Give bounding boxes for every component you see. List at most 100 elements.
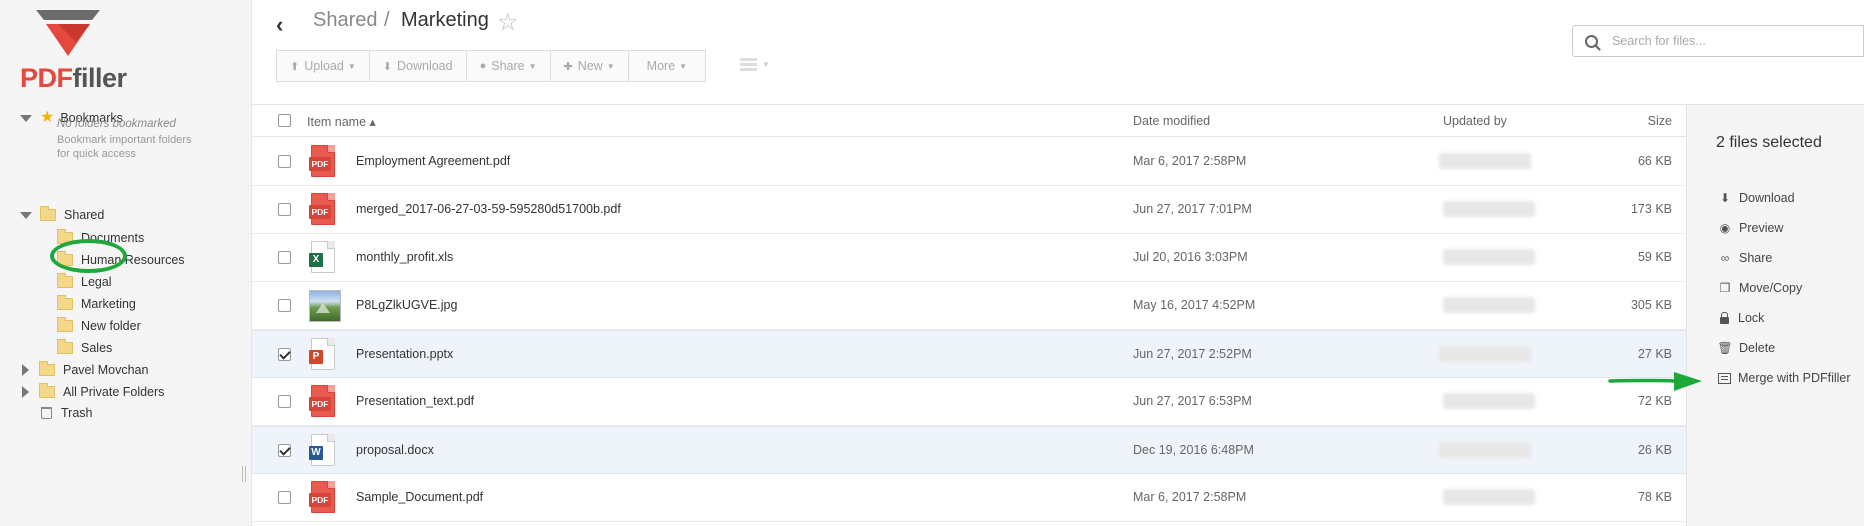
pdf-file-icon: PDF: [309, 145, 337, 179]
action-download[interactable]: ⬇ Download: [1717, 191, 1795, 205]
sidebar-resize-handle[interactable]: [242, 466, 246, 482]
row-checkbox[interactable]: [278, 395, 291, 408]
row-checkbox[interactable]: [278, 444, 291, 457]
row-checkbox[interactable]: [278, 155, 291, 168]
action-delete[interactable]: 🗑 Delete: [1717, 341, 1775, 355]
table-row[interactable]: X monthly_profit.xls Jul 20, 2016 3:03PM…: [252, 234, 1686, 282]
table-row[interactable]: W proposal.docx Dec 19, 2016 6:48PM 26 K…: [252, 426, 1686, 474]
file-name[interactable]: proposal.docx: [356, 443, 434, 457]
plus-icon: ✚: [563, 60, 573, 73]
dropdown-caret-icon: ▼: [679, 61, 688, 71]
user-icon: ●: [479, 60, 487, 72]
action-preview[interactable]: ◉ Preview: [1717, 221, 1784, 235]
file-name[interactable]: Sample_Document.pdf: [356, 490, 483, 504]
more-button[interactable]: More ▼: [627, 50, 707, 82]
trash-icon: [41, 407, 52, 419]
folder-icon: [57, 317, 73, 332]
file-name[interactable]: P8LgZlkUGVE.jpg: [356, 298, 457, 312]
pdffiller-logo[interactable]: PDFfiller: [20, 10, 130, 92]
back-chevron-icon[interactable]: ‹: [276, 12, 283, 38]
tree-item-shared[interactable]: Shared: [20, 205, 104, 225]
file-date: Jul 20, 2016 3:03PM: [1133, 250, 1248, 264]
upload-button[interactable]: ⬆ Upload ▼: [276, 50, 370, 82]
logo-mark-icon: [36, 10, 100, 56]
caret-down-icon[interactable]: [20, 114, 32, 122]
breadcrumb-shared[interactable]: Shared: [313, 9, 378, 32]
tree-item-pavel-movchan[interactable]: Pavel Movchan: [20, 360, 148, 380]
action-merge-with-pdffiller[interactable]: Merge with PDFfiller: [1717, 371, 1851, 385]
row-checkbox[interactable]: [278, 348, 291, 361]
tree-item-new-folder[interactable]: New folder: [57, 316, 141, 336]
tree-label: Marketing: [81, 297, 136, 311]
table-row[interactable]: PDF Employment Agreement.pdf Mar 6, 2017…: [252, 138, 1686, 186]
search-box[interactable]: [1572, 25, 1864, 57]
dropdown-caret-icon: ▼: [606, 61, 615, 71]
action-share[interactable]: ∞ Share: [1717, 251, 1773, 265]
tree-label: All Private Folders: [63, 385, 165, 399]
caret-down-icon[interactable]: [20, 211, 32, 219]
star-icon: ★: [40, 109, 55, 126]
file-size: 173 KB: [1630, 202, 1672, 216]
view-mode-toggle[interactable]: ▼: [740, 58, 770, 71]
tree-label: Sales: [81, 341, 113, 355]
row-checkbox[interactable]: [278, 491, 291, 504]
updated-by-redacted: [1439, 153, 1531, 169]
row-checkbox[interactable]: [278, 203, 291, 216]
col-header-updated-by[interactable]: Updated by: [1443, 114, 1507, 128]
updated-by-redacted: [1443, 297, 1535, 313]
col-header-size[interactable]: Size: [1648, 114, 1672, 128]
download-icon: ⬇: [382, 60, 392, 73]
file-name[interactable]: monthly_profit.xls: [356, 250, 453, 264]
download-button[interactable]: ⬇ Download: [368, 50, 467, 82]
highlight-ellipse: [50, 239, 127, 273]
row-checkbox[interactable]: [278, 299, 291, 312]
table-row[interactable]: P8LgZlkUGVE.jpg May 16, 2017 4:52PM 305 …: [252, 282, 1686, 330]
select-all-checkbox[interactable]: [278, 114, 291, 127]
col-header-name[interactable]: Item name ▴: [307, 114, 376, 129]
file-name[interactable]: merged_2017-06-27-03-59-595280d51700b.pd…: [356, 202, 621, 216]
share-button[interactable]: ● Share ▼: [465, 50, 551, 82]
tree-item-all-private-folders[interactable]: All Private Folders: [20, 382, 164, 402]
updated-by-redacted: [1443, 201, 1535, 217]
file-name[interactable]: Presentation.pptx: [356, 347, 453, 361]
file-date: Dec 19, 2016 6:48PM: [1133, 443, 1254, 457]
tree-item-marketing[interactable]: Marketing: [57, 294, 136, 314]
file-name[interactable]: Presentation_text.pdf: [356, 394, 474, 408]
col-header-date[interactable]: Date modified: [1133, 114, 1210, 128]
caret-right-icon[interactable]: [22, 386, 29, 398]
file-size: 305 KB: [1630, 298, 1672, 312]
favorite-star-icon[interactable]: ☆: [497, 8, 519, 37]
tree-item-sales[interactable]: Sales: [57, 338, 112, 358]
tree-item-trash[interactable]: Trash: [39, 403, 93, 423]
folder-icon: [40, 206, 56, 221]
breadcrumb-current: Marketing: [401, 9, 489, 31]
action-lock[interactable]: Lock: [1717, 311, 1764, 325]
selected-count: 2 files selected: [1716, 134, 1822, 151]
row-checkbox[interactable]: [278, 251, 291, 264]
table-row[interactable]: P Presentation.pptx Jun 27, 2017 2:52PM …: [252, 330, 1686, 378]
file-size: 59 KB: [1637, 250, 1672, 264]
bookmarks-empty-title: No folders bookmarked: [57, 118, 176, 130]
file-date: Jun 27, 2017 2:52PM: [1133, 347, 1252, 361]
word-file-icon: W: [309, 434, 337, 468]
table-row[interactable]: PDF Sample_Document.pdf Mar 6, 2017 2:58…: [252, 474, 1686, 522]
trash-icon: 🗑: [1717, 341, 1733, 355]
tree-label: Pavel Movchan: [63, 363, 149, 377]
tree-item-legal[interactable]: Legal: [57, 272, 112, 292]
breadcrumb-separator: /: [384, 9, 390, 31]
bookmarks-empty-note: No folders bookmarked Bookmark important…: [57, 117, 197, 161]
action-move-copy[interactable]: ❐ Move/Copy: [1717, 281, 1803, 295]
toolbar: ⬆ Upload ▼ ⬇ Download ● Share ▼ ✚ New ▼ More ▼: [276, 50, 707, 82]
bookmarks-empty-hint: Bookmark important folders for quick acc…: [57, 134, 192, 160]
file-date: Mar 6, 2017 2:58PM: [1133, 154, 1247, 168]
file-name[interactable]: Employment Agreement.pdf: [356, 154, 510, 168]
search-input[interactable]: [1612, 34, 1852, 48]
table-row[interactable]: PDF merged_2017-06-27-03-59-595280d51700…: [252, 186, 1686, 234]
folder-icon: [39, 383, 55, 398]
caret-right-icon[interactable]: [22, 364, 29, 376]
new-button[interactable]: ✚ New ▼: [549, 50, 629, 82]
folder-icon: [57, 339, 73, 354]
table-row[interactable]: PDF Presentation_text.pdf Jun 27, 2017 6…: [252, 378, 1686, 426]
updated-by-redacted: [1443, 393, 1535, 409]
file-size: 78 KB: [1637, 490, 1672, 504]
